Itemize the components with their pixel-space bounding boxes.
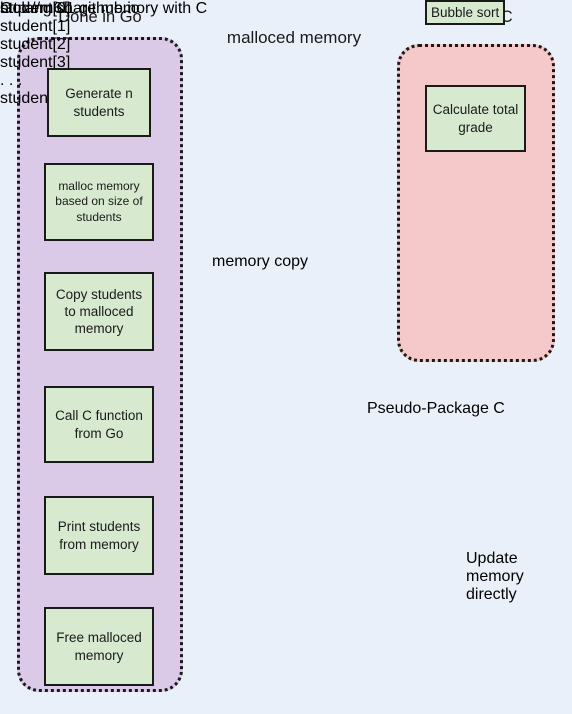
ellipsis-dot: .	[0, 72, 5, 89]
process-box-call-c-function: Call C function from Go	[44, 386, 154, 463]
diagram-url: http://m6l1.github.io	[0, 0, 140, 17]
ellipsis-dot: .	[8, 72, 14, 89]
process-box-bubble-sort: Bubble sort	[425, 0, 506, 26]
update-memory-label: Update memory directly	[466, 550, 524, 603]
process-box-generate-students: Generate n students	[47, 68, 151, 137]
process-box-free-memory: Free malloced memory	[44, 607, 154, 686]
process-box-print-students: Print students from memory	[44, 496, 154, 575]
memory-cell: student[2]	[0, 36, 71, 53]
memory-cell: student[1]	[0, 18, 71, 35]
ellipsis-dot: .	[17, 72, 23, 89]
malloced-memory-caption: malloced memory	[226, 28, 362, 47]
pseudo-package-label: Pseudo-Package C	[367, 400, 505, 417]
memory-copy-label: memory copy	[212, 253, 309, 270]
process-box-malloc-memory: malloc memory based on size of students	[44, 163, 154, 241]
process-box-calculate-total-grade: Calculate total grade	[425, 85, 526, 152]
diagram-canvas: Done in Go Done in C malloced memory stu…	[0, 0, 572, 714]
process-box-copy-students: Copy students to malloced memory	[44, 272, 154, 351]
